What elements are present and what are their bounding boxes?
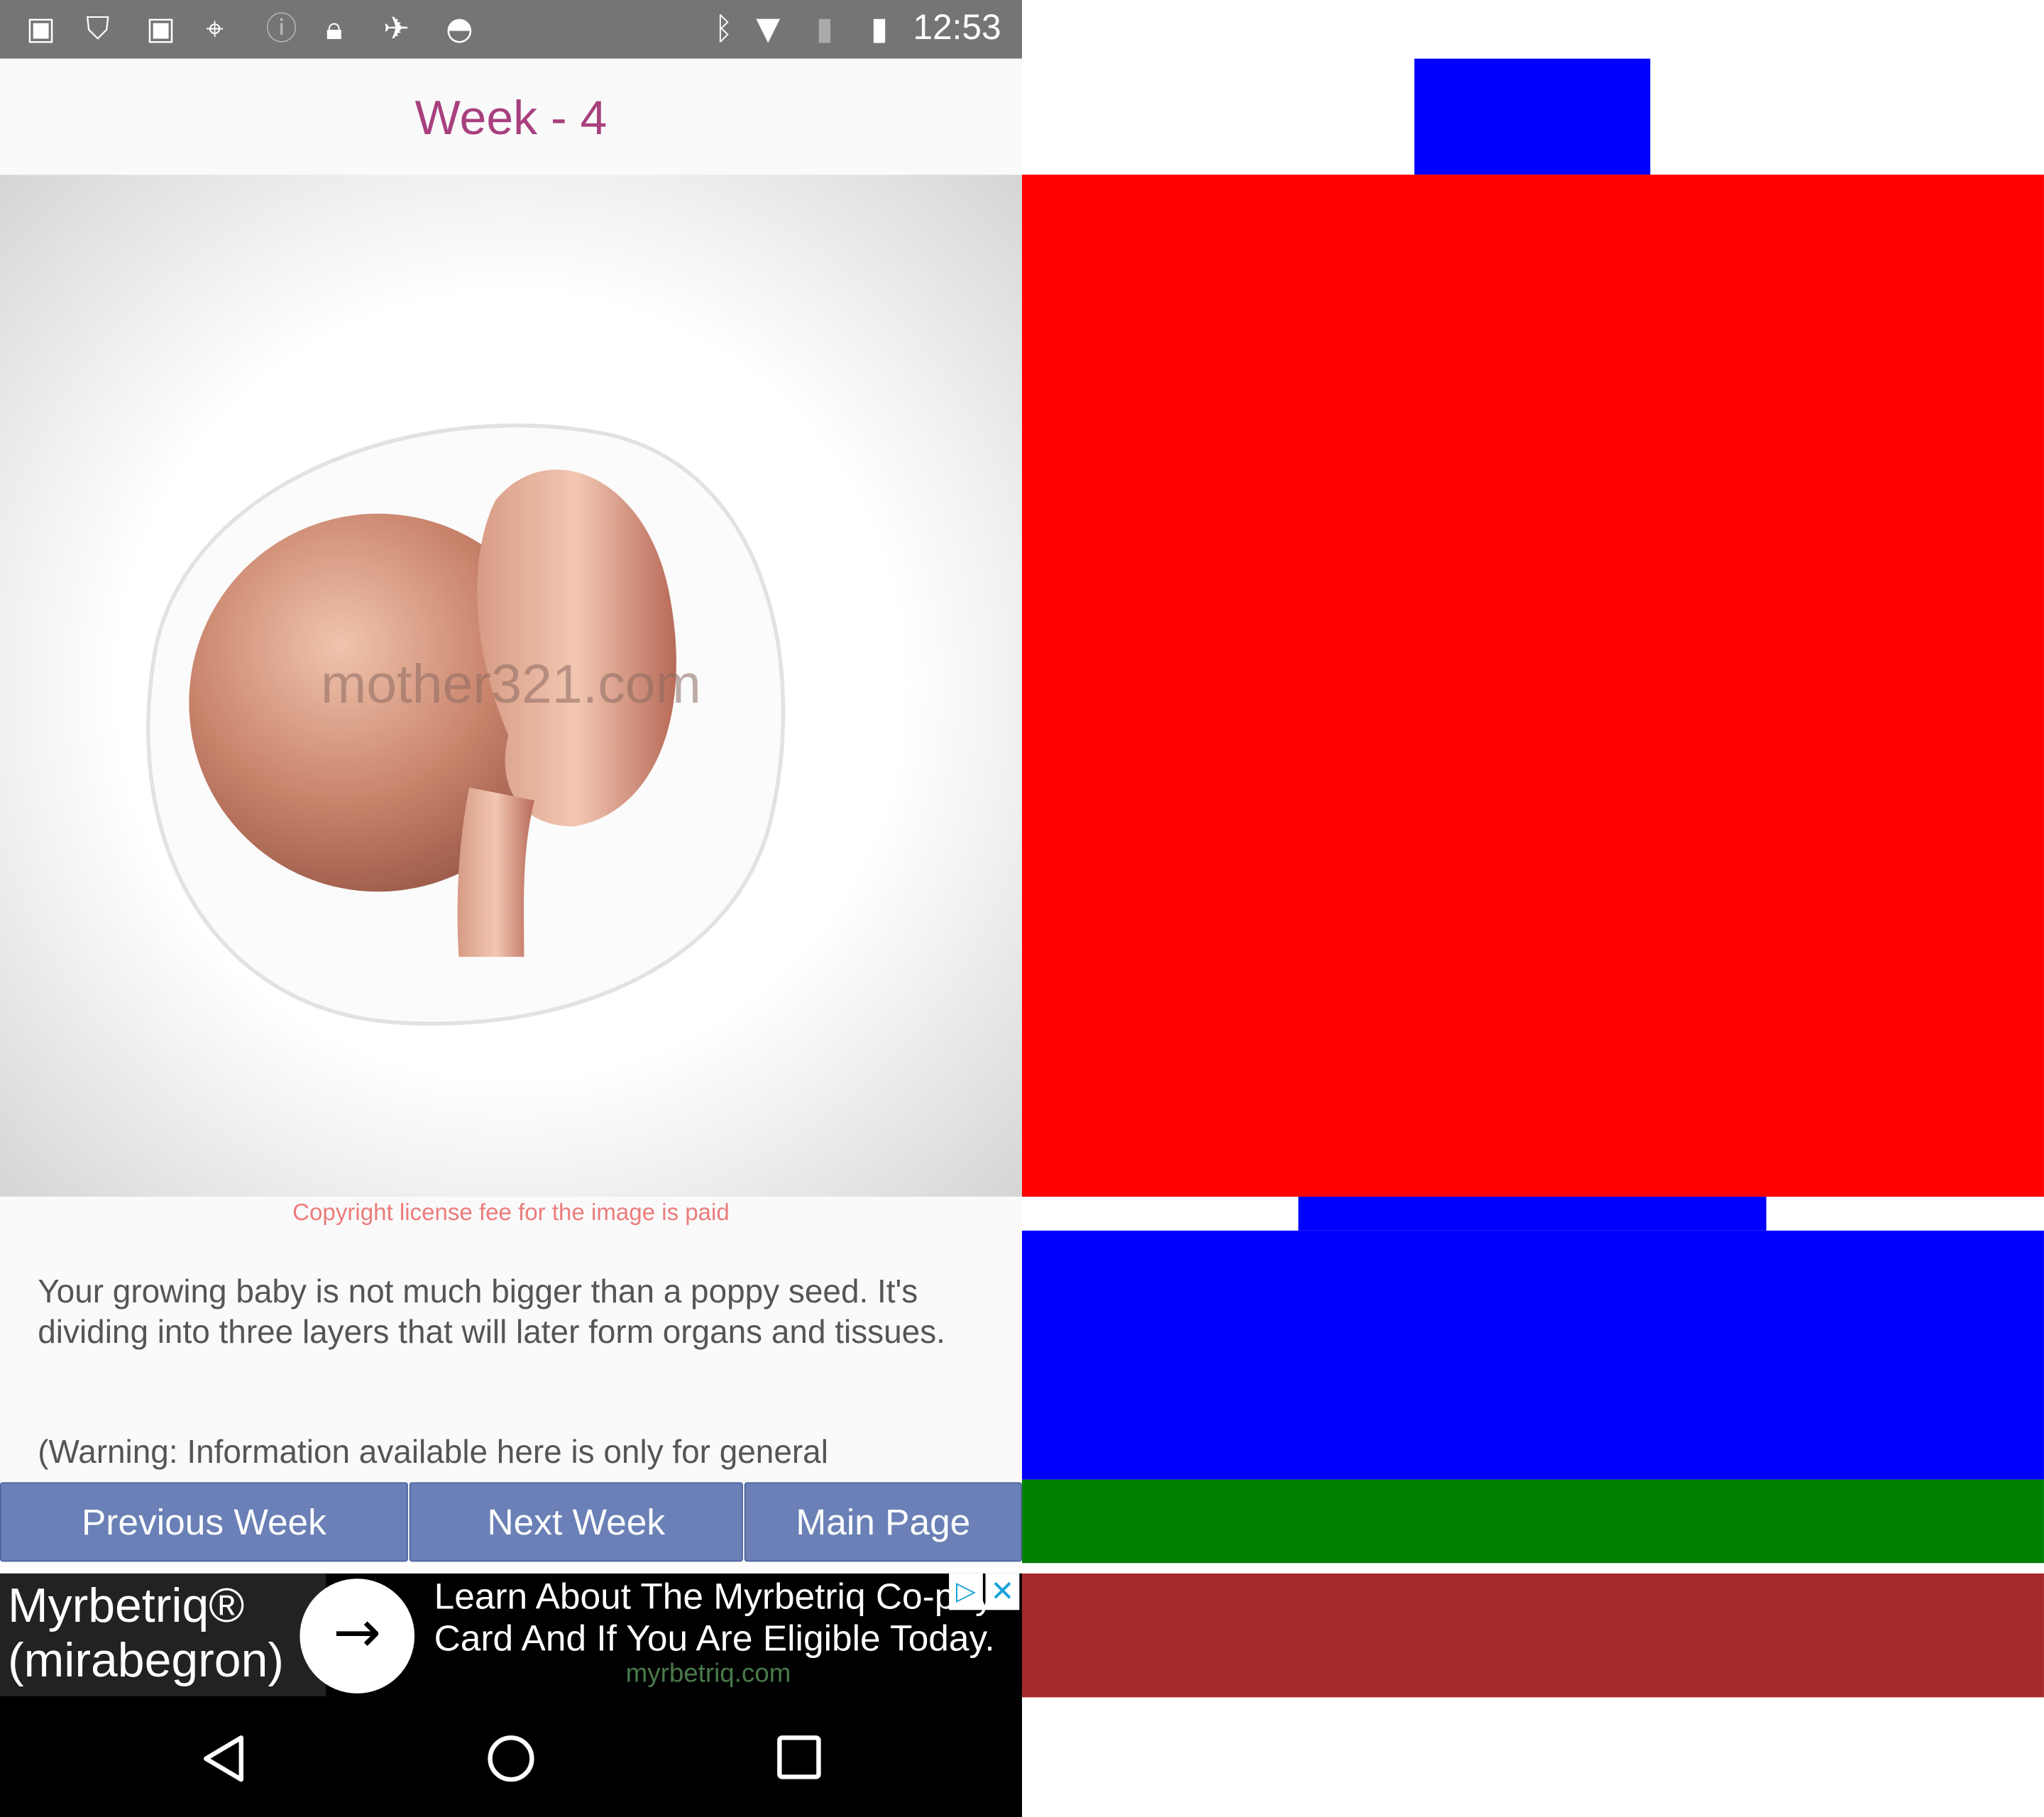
overlay-buttons-block bbox=[1021, 1479, 2044, 1564]
clock: 12:53 bbox=[913, 8, 1001, 48]
previous-week-button[interactable]: Previous Week bbox=[0, 1482, 408, 1562]
copyright-note: Copyright license fee for the image is p… bbox=[292, 1199, 730, 1226]
facebook-icon: ▣ bbox=[26, 10, 56, 48]
ad-text-line: Card And If You Are Eligible Today. bbox=[434, 1618, 995, 1659]
close-icon[interactable]: ✕ bbox=[985, 1573, 1020, 1610]
overlay-ad-block bbox=[1021, 1573, 2044, 1698]
shield-icon: ⛉ bbox=[86, 10, 110, 48]
navigation-bar bbox=[0, 1696, 1022, 1817]
info-icon: ⓘ bbox=[265, 10, 297, 48]
ad-text-line: Learn About The Myrbetriq Co-pay bbox=[434, 1576, 994, 1617]
recents-icon[interactable] bbox=[774, 1733, 826, 1784]
no-sim-icon: ▮ bbox=[815, 10, 834, 48]
overlay-title-block bbox=[1414, 58, 1651, 175]
maps-icon: ⌖ bbox=[206, 10, 224, 48]
adchoices-icon[interactable]: ▷ bbox=[949, 1573, 983, 1610]
back-icon[interactable] bbox=[198, 1733, 250, 1784]
embryo-image: mother321.com bbox=[0, 175, 1022, 1197]
content-area: Copyright license fee for the image is p… bbox=[0, 1197, 1022, 1483]
next-week-button[interactable]: Next Week bbox=[409, 1482, 743, 1562]
overlay-image-block bbox=[1021, 175, 2044, 1197]
overlay-copyright-block bbox=[1298, 1197, 1766, 1231]
fake-gps-icon: ✈ bbox=[383, 10, 410, 48]
watermark: mother321.com bbox=[321, 654, 701, 715]
bluetooth-icon: ᛒ bbox=[714, 10, 733, 48]
wifi-icon: ▼ bbox=[756, 10, 781, 48]
ad-brand-name: Myrbetriq® (mirabegron) bbox=[8, 1579, 285, 1687]
home-icon[interactable] bbox=[485, 1733, 537, 1784]
main-page-button[interactable]: Main Page bbox=[744, 1482, 1022, 1562]
page-title: Week - 4 bbox=[414, 91, 608, 145]
overlay-text-block bbox=[1021, 1230, 2044, 1480]
facebook-icon: ▣ bbox=[145, 10, 176, 48]
ad-banner[interactable]: Myrbetriq® (mirabegron) → Learn About Th… bbox=[0, 1573, 1022, 1696]
ad-url[interactable]: myrbetriq.com bbox=[626, 1659, 791, 1689]
ad-text: Learn About The Myrbetriq Co-pay Card An… bbox=[434, 1576, 995, 1660]
warning-text: (Warning: Information available here is … bbox=[38, 1434, 828, 1471]
android-icon: ◓ bbox=[446, 10, 473, 48]
status-bar: ▣ ⛉ ▣ ⌖ ⓘ 🔒︎ ✈ ◓ ᛒ ▼ ▮ ▮ 12:53 bbox=[0, 0, 1022, 59]
header: Week - 4 bbox=[0, 58, 1022, 175]
ad-brand-panel: Myrbetriq® (mirabegron) bbox=[0, 1573, 326, 1696]
arrow-right-icon[interactable]: → bbox=[300, 1579, 415, 1694]
week-description: Your growing baby is not much bigger tha… bbox=[38, 1273, 945, 1351]
lock-icon: 🔒︎ bbox=[326, 10, 343, 48]
battery-charging-icon: ▮ bbox=[870, 10, 889, 48]
